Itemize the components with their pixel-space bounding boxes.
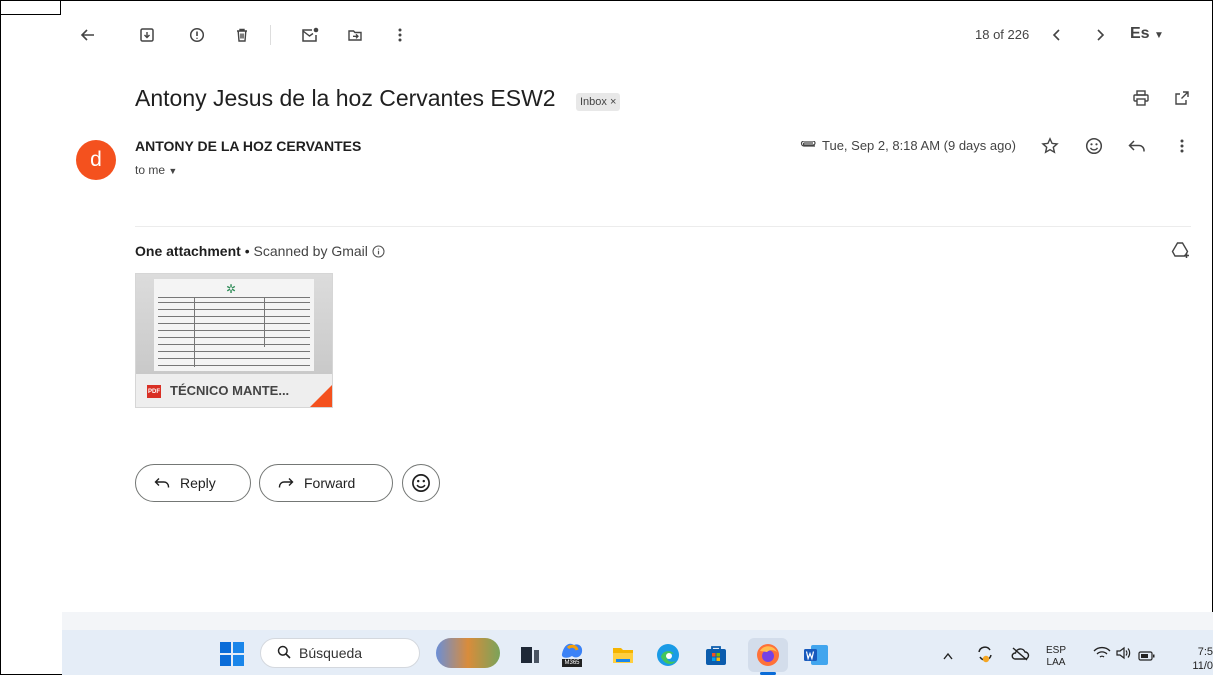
word-icon[interactable] bbox=[803, 643, 829, 667]
m365-label: M365 bbox=[562, 659, 582, 667]
print-icon[interactable] bbox=[1130, 88, 1152, 108]
archive-icon[interactable] bbox=[137, 25, 157, 45]
search-placeholder: Búsqueda bbox=[299, 645, 363, 661]
emoji-reaction-button[interactable] bbox=[402, 464, 440, 502]
sender-avatar[interactable]: d bbox=[76, 140, 116, 180]
attachment-corner-fold bbox=[310, 385, 332, 407]
forward-button[interactable]: Forward bbox=[259, 464, 393, 502]
add-to-drive-icon[interactable] bbox=[1170, 240, 1192, 260]
forward-icon bbox=[278, 477, 294, 489]
report-spam-icon[interactable] bbox=[187, 25, 207, 45]
taskbar-search[interactable]: Búsqueda bbox=[260, 638, 420, 668]
paperclip-icon bbox=[798, 138, 818, 154]
search-icon bbox=[277, 645, 291, 662]
input-language-button[interactable]: Es ▼ bbox=[1130, 25, 1164, 43]
chevron-left-icon[interactable] bbox=[1047, 25, 1067, 45]
back-arrow-icon[interactable] bbox=[78, 25, 98, 45]
info-icon[interactable] bbox=[372, 245, 385, 261]
scanned-document-image: ✲ bbox=[154, 279, 314, 371]
wifi-icon[interactable] bbox=[1093, 646, 1111, 665]
email-date: Tue, Sep 2, 8:18 AM (9 days ago) bbox=[822, 138, 1016, 153]
widgets-icon[interactable] bbox=[436, 638, 500, 668]
chevron-right-icon[interactable] bbox=[1090, 25, 1110, 45]
sync-status-icon[interactable] bbox=[975, 643, 995, 670]
open-new-window-icon[interactable] bbox=[1172, 88, 1192, 108]
caret-down-icon: ▼ bbox=[168, 166, 178, 176]
toolbar-divider bbox=[270, 25, 271, 45]
language-code: ESP bbox=[1045, 645, 1066, 656]
task-view-icon[interactable] bbox=[520, 645, 540, 665]
pdf-file-icon: PDF bbox=[147, 385, 161, 398]
logo-star-icon: ✲ bbox=[226, 282, 237, 296]
microsoft-365-icon[interactable]: M365 bbox=[560, 642, 584, 668]
emoji-icon bbox=[412, 474, 430, 492]
attachments-heading: One attachment • Scanned by Gmail bbox=[135, 243, 385, 261]
reply-icon bbox=[154, 477, 170, 489]
star-icon[interactable] bbox=[1040, 136, 1060, 156]
delete-icon[interactable] bbox=[232, 25, 252, 45]
clock[interactable]: 7:5 11/0 bbox=[1178, 645, 1213, 673]
message-count: 18 of 226 bbox=[975, 27, 1030, 42]
onedrive-offline-icon[interactable] bbox=[1010, 646, 1030, 667]
recipient-label: to me bbox=[135, 163, 166, 177]
mark-unread-icon[interactable] bbox=[300, 25, 320, 45]
window-bottom-edge bbox=[62, 612, 1213, 630]
message-more-icon[interactable] bbox=[1172, 136, 1192, 156]
attachment-preview: ✲ bbox=[136, 274, 332, 374]
attachment-card[interactable]: ✲ PDF TÉCNICO MANTE... bbox=[135, 273, 333, 408]
file-explorer-icon[interactable] bbox=[612, 645, 634, 665]
more-vert-icon[interactable] bbox=[390, 25, 410, 45]
volume-icon[interactable] bbox=[1115, 646, 1133, 665]
avatar-letter: d bbox=[90, 148, 102, 171]
input-language-label: Es bbox=[1130, 25, 1150, 42]
firefox-icon[interactable] bbox=[756, 643, 780, 667]
attachment-filename: TÉCNICO MANTE... bbox=[170, 383, 290, 398]
reply-button[interactable]: Reply bbox=[135, 464, 251, 502]
reply-label: Reply bbox=[180, 475, 216, 491]
separator-dot: • bbox=[244, 243, 250, 259]
clock-date: 11/0 bbox=[1192, 660, 1213, 672]
forward-label: Forward bbox=[304, 475, 356, 491]
input-language-indicator[interactable]: ESP LAA bbox=[1045, 645, 1067, 669]
attachment-count: One attachment bbox=[135, 243, 241, 259]
emoji-reaction-icon[interactable] bbox=[1084, 136, 1104, 156]
reply-icon[interactable] bbox=[1127, 136, 1147, 156]
section-divider bbox=[135, 226, 1191, 227]
top-strip bbox=[0, 0, 61, 15]
sender-name: ANTONY DE LA HOZ CERVANTES bbox=[135, 138, 362, 154]
recipient-details-toggle[interactable]: to me ▼ bbox=[135, 163, 177, 177]
battery-icon[interactable] bbox=[1138, 648, 1156, 666]
edge-browser-icon[interactable] bbox=[656, 643, 680, 667]
show-hidden-icons-icon[interactable] bbox=[942, 648, 954, 666]
keyboard-layout: LAA bbox=[1046, 657, 1066, 668]
windows-start-icon[interactable] bbox=[220, 642, 244, 671]
move-to-icon[interactable] bbox=[345, 25, 365, 45]
clock-time: 7:5 bbox=[1197, 646, 1213, 658]
caret-down-icon: ▼ bbox=[1154, 30, 1164, 41]
email-subject: Antony Jesus de la hoz Cervantes ESW2 bbox=[135, 85, 556, 111]
inbox-label-badge[interactable]: Inbox × bbox=[576, 93, 621, 111]
attachment-footer: PDF TÉCNICO MANTE... bbox=[136, 374, 332, 407]
scanned-label: Scanned by Gmail bbox=[253, 243, 368, 259]
microsoft-store-icon[interactable] bbox=[705, 644, 727, 666]
